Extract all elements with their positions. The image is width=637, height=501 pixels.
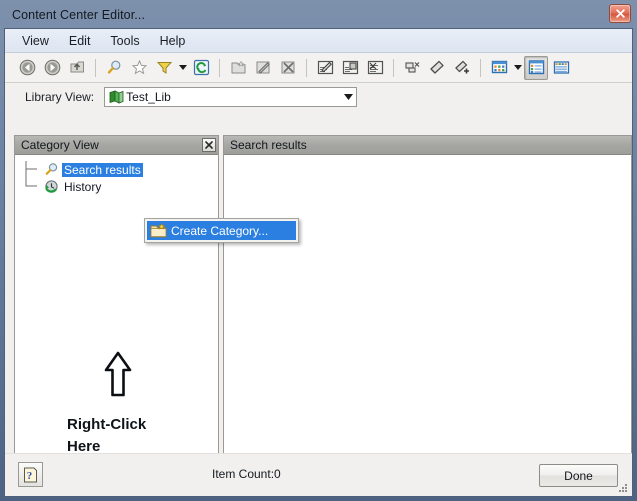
window-title: Content Center Editor... [12, 8, 146, 22]
search-results-title: Search results [230, 138, 307, 152]
tree-item-label: Search results [62, 162, 143, 177]
category-view-pane: Category View Search results History Rig… [14, 135, 219, 485]
search-magnifier-icon [43, 162, 59, 178]
category-view-close-button[interactable] [202, 138, 216, 152]
toolbar-new-folder-button[interactable] [226, 56, 250, 80]
publish-icon [429, 60, 444, 74]
window-close-button[interactable] [609, 4, 631, 23]
chevron-down-icon [178, 65, 187, 70]
toolbar-separator [219, 58, 220, 77]
application-window: Content Center Editor... View Edit Tools… [0, 0, 637, 501]
bottom-bar: ? Item Count:0 Done [5, 453, 632, 496]
copy-family-icon [342, 60, 358, 75]
annotation-overlay: Right-Click Here [67, 351, 146, 458]
panes-container: Category View Search results History Rig… [14, 135, 632, 485]
toolbar-add-member-button[interactable] [450, 56, 474, 80]
library-view-row: Library View: Test_Lib [5, 83, 632, 110]
cut-member-icon [404, 62, 419, 73]
category-tree: Search results History [15, 155, 218, 195]
view-options-icon [491, 60, 507, 74]
toolbar-edit-folder-button[interactable] [251, 56, 275, 80]
family-table-icon [367, 60, 383, 75]
edit-family-icon [317, 60, 333, 75]
menu-item-help[interactable]: Help [151, 31, 195, 51]
toolbar-view-options-button[interactable] [487, 56, 511, 80]
library-view-value: Test_Lib [126, 89, 171, 104]
filter-funnel-icon [156, 62, 172, 74]
refresh-icon [193, 59, 209, 76]
toolbar-cut-member-button[interactable] [400, 56, 424, 80]
toolbar-favorites-button[interactable] [127, 56, 151, 80]
menu-bar: View Edit Tools Help [5, 29, 632, 53]
new-folder-icon [231, 60, 245, 74]
up-arrow-annotation [104, 351, 132, 397]
library-book-icon [109, 89, 124, 104]
toolbar-separator [393, 58, 394, 77]
add-member-icon [454, 60, 469, 74]
edit-folder-icon [256, 61, 270, 74]
tree-item-history[interactable]: History [25, 178, 218, 195]
go-up-icon [70, 61, 84, 73]
toolbar-copy-family-button[interactable] [338, 56, 362, 80]
toolbar-back-button[interactable] [15, 56, 39, 80]
menu-item-tools[interactable]: Tools [101, 31, 148, 51]
list-view-icon [528, 60, 544, 75]
resize-grip-icon[interactable] [617, 482, 629, 494]
done-button[interactable]: Done [539, 464, 618, 487]
toolbar-search-button[interactable] [102, 56, 126, 80]
svg-text:?: ? [27, 470, 33, 482]
library-view-combobox[interactable]: Test_Lib [104, 86, 358, 107]
close-icon [205, 141, 213, 149]
toolbar-family-table-button[interactable] [363, 56, 387, 80]
toolbar-details-view-button[interactable] [549, 56, 573, 80]
context-menu-item-create-category[interactable]: Create Category... [147, 221, 296, 240]
toolbar-filter-dropdown[interactable] [177, 56, 188, 80]
toolbar-separator [480, 58, 481, 77]
search-magnifier-icon [107, 60, 120, 74]
toolbar-publish-button[interactable] [425, 56, 449, 80]
back-arrow-icon [19, 59, 35, 76]
menu-item-view[interactable]: View [13, 31, 58, 51]
history-clock-icon [43, 179, 59, 195]
toolbar-separator [306, 58, 307, 77]
favorites-star-icon [131, 59, 147, 75]
search-results-header: Search results [224, 136, 631, 155]
toolbar-list-view-button[interactable] [524, 55, 548, 80]
toolbar-filter-button[interactable] [152, 56, 176, 80]
category-view-header: Category View [15, 136, 218, 155]
toolbar-separator [95, 58, 96, 77]
delete-folder-icon [281, 61, 294, 74]
close-icon [615, 9, 625, 18]
toolbar-edit-family-button[interactable] [313, 56, 337, 80]
category-view-body[interactable]: Search results History Right-Click Here [15, 155, 218, 484]
annotation-line-1: Right-Click [67, 416, 147, 433]
menu-item-edit[interactable]: Edit [60, 31, 100, 51]
new-folder-icon [149, 223, 167, 239]
search-results-list[interactable] [224, 155, 631, 484]
toolbar-delete-folder-button[interactable] [276, 56, 300, 80]
toolbar-go-up-button[interactable] [65, 56, 89, 80]
client-area: View Edit Tools Help Library View: Test_… [4, 28, 633, 497]
chevron-down-icon[interactable] [344, 93, 354, 100]
chevron-down-icon [513, 65, 522, 70]
title-bar: Content Center Editor... [4, 2, 633, 28]
toolbar-refresh-button[interactable] [189, 56, 213, 80]
help-button[interactable]: ? [18, 462, 43, 487]
tree-item-search-results[interactable]: Search results [25, 161, 218, 178]
search-results-pane: Search results [223, 135, 632, 485]
item-count-status: Item Count:0 [212, 467, 281, 481]
annotation-text: Right-Click Here [67, 414, 146, 458]
context-menu-item-label: Create Category... [171, 223, 269, 238]
tree-item-label: History [64, 179, 102, 194]
library-view-label: Library View: [25, 89, 95, 104]
forward-arrow-icon [44, 59, 60, 76]
context-menu: Create Category... [144, 218, 299, 243]
toolbar [5, 53, 632, 83]
category-view-title: Category View [21, 138, 99, 152]
toolbar-view-options-dropdown[interactable] [512, 56, 523, 80]
toolbar-forward-button[interactable] [40, 56, 64, 80]
details-view-icon [553, 61, 569, 74]
help-question-icon: ? [24, 467, 37, 482]
